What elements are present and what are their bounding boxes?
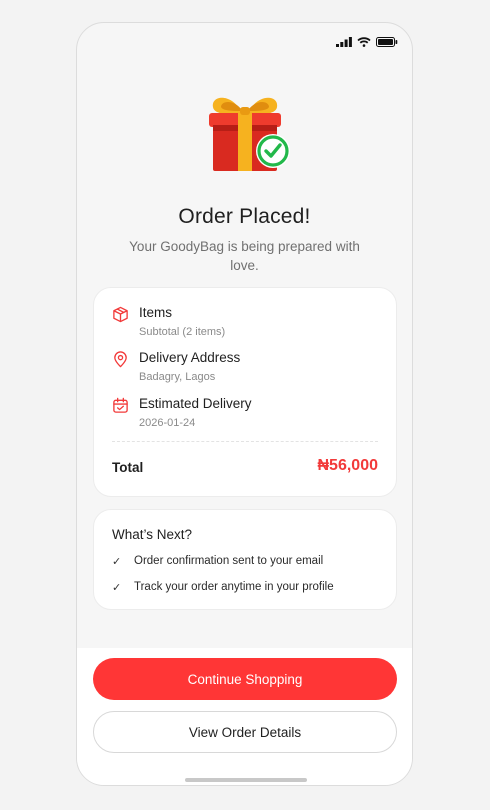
summary-label: Items (139, 305, 173, 320)
status-bar (336, 37, 398, 47)
page-subtitle: Your GoodyBag is being prepared with lov… (129, 239, 360, 273)
signal-icon (336, 37, 352, 47)
view-order-details-button[interactable]: View Order Details (93, 711, 397, 753)
summary-label: Delivery Address (139, 350, 241, 365)
whats-next-title: What’s Next? (112, 527, 193, 542)
calendar-icon (113, 397, 128, 413)
location-pin-icon (114, 351, 127, 368)
bottom-action-bar: Continue Shopping View Order Details (77, 648, 412, 785)
gift-check-icon (209, 97, 290, 171)
order-summary-card: Items Subtotal (2 items) Delivery Addres… (93, 287, 397, 497)
wifi-icon (357, 37, 371, 47)
check-icon: ✓ (112, 582, 122, 594)
battery-icon (376, 37, 398, 47)
next-step: ✓ Track your order anytime in your profi… (112, 581, 386, 594)
summary-row-address: Delivery Address Badagry, Lagos (112, 350, 378, 383)
check-icon: ✓ (112, 556, 122, 568)
summary-value: 2026-01-24 (139, 417, 196, 429)
total-label: Total (112, 460, 144, 475)
box-icon (113, 306, 128, 323)
summary-value: Subtotal (2 items) (139, 326, 226, 338)
next-step: ✓ Order confirmation sent to your email (112, 555, 386, 568)
page-title: Order Placed! (178, 205, 311, 228)
summary-row-items: Items Subtotal (2 items) (112, 305, 378, 338)
phone-frame: Order Placed! Your GoodyBag is being pre… (76, 22, 413, 786)
whats-next-card: What’s Next? ✓ Order confirmation sent t… (93, 509, 397, 610)
total-value: ₦56,000 (317, 457, 379, 474)
next-step-text: Track your order anytime in your profile (134, 581, 334, 593)
summary-value: Badagry, Lagos (139, 371, 216, 383)
next-step-text: Order confirmation sent to your email (134, 555, 324, 567)
summary-row-delivery: Estimated Delivery 2026-01-24 (112, 396, 378, 429)
home-indicator[interactable] (185, 778, 307, 782)
summary-divider (112, 441, 378, 442)
summary-label: Estimated Delivery (139, 396, 252, 411)
continue-shopping-button[interactable]: Continue Shopping (93, 658, 397, 700)
